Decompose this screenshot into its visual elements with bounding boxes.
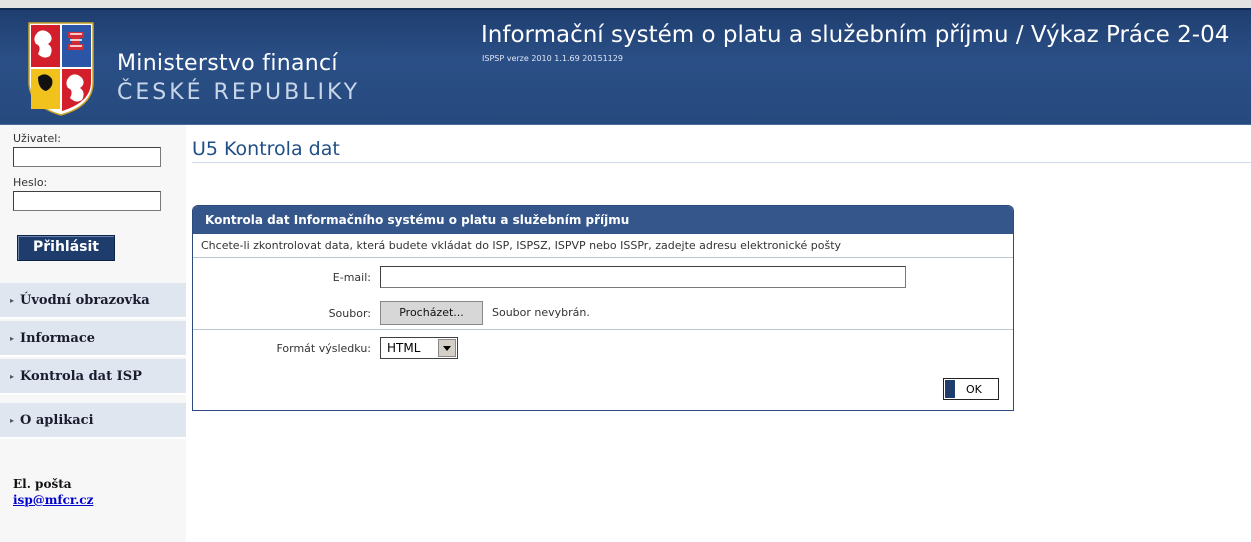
email-contact-link[interactable]: isp@mfcr.cz [13, 493, 93, 507]
org-name-line2: ČESKÉ REPUBLIKY [117, 80, 361, 105]
user-input[interactable] [13, 147, 161, 167]
login-button[interactable]: Přihlásit [17, 235, 115, 261]
nav-item-about[interactable]: ▸ O aplikaci [0, 403, 186, 439]
nav-item-home[interactable]: ▸ Úvodní obrazovka [0, 283, 186, 319]
email-contact-label: El. pošta [13, 477, 72, 491]
header-divider [0, 8, 1251, 10]
nav-item-label: Informace [20, 331, 96, 346]
nav-item-label: Úvodní obrazovka [20, 293, 150, 308]
panel-description: Chcete-li zkontrolovat data, která budet… [193, 234, 1013, 258]
coat-of-arms-logo [28, 22, 94, 116]
page-title: U5 Kontrola dat [192, 138, 340, 160]
chevron-right-icon: ▸ [10, 295, 15, 305]
chevron-down-icon[interactable] [438, 339, 456, 357]
app-title: Informační systém o platu a služebním př… [481, 22, 1230, 48]
email-input[interactable] [380, 266, 906, 288]
app-header: Ministerstvo financí ČESKÉ REPUBLIKY Inf… [0, 0, 1251, 125]
chevron-right-icon: ▸ [10, 415, 15, 425]
format-label: Formát výsledku: [276, 342, 371, 355]
sidebar: Uživatel: Heslo: Přihlásit ▸ Úvodní obraz… [0, 125, 186, 542]
button-accent [945, 380, 955, 398]
nav-item-label: O aplikaci [20, 413, 94, 428]
email-label: E-mail: [332, 271, 371, 284]
file-label: Soubor: [328, 307, 371, 320]
browse-file-button[interactable]: Procházet... [380, 301, 483, 325]
form-divider [193, 329, 1013, 330]
chevron-right-icon: ▸ [10, 333, 15, 343]
format-select[interactable]: HTML [380, 337, 458, 359]
data-check-panel: Kontrola dat Informačního systému o plat… [192, 205, 1014, 411]
title-divider [192, 162, 1251, 163]
file-status: Soubor nevybrán. [492, 306, 590, 319]
ok-button[interactable]: OK [943, 378, 999, 400]
ok-button-label: OK [966, 383, 982, 396]
user-label: Uživatel: [13, 132, 61, 145]
panel-title: Kontrola dat Informačního systému o plat… [193, 206, 1013, 234]
password-input[interactable] [13, 191, 161, 211]
app-version: ISPSP verze 2010 1.1.69 20151129 [482, 54, 623, 63]
nav-item-label: Kontrola dat ISP [20, 369, 142, 384]
org-name-line1: Ministerstvo financí [117, 51, 338, 76]
password-label: Heslo: [13, 176, 48, 189]
nav-item-data-check[interactable]: ▸ Kontrola dat ISP [0, 359, 186, 395]
format-select-value: HTML [387, 341, 421, 355]
chevron-right-icon: ▸ [10, 371, 15, 381]
nav-item-information[interactable]: ▸ Informace [0, 321, 186, 357]
